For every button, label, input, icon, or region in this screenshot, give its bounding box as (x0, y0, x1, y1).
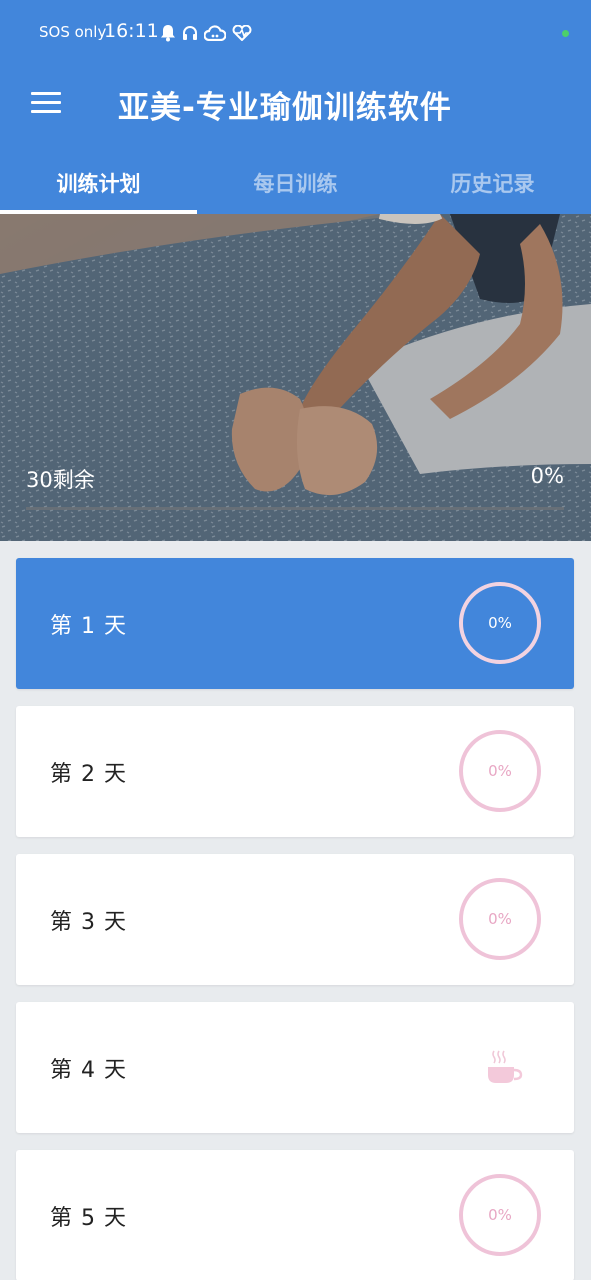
hero-banner: 30剩余 0% (0, 214, 591, 541)
heart-rate-icon (232, 25, 252, 41)
app-bar: SOS only 16:11 亚美-专业瑜伽训练软件 训练计划 每日训练 历史记… (0, 0, 591, 214)
progress-ring: 0% (459, 730, 541, 812)
day-card-1[interactable]: 第 1 天 0% (16, 558, 574, 689)
privacy-indicator-dot (562, 30, 569, 37)
overall-progress-label: 0% (530, 464, 564, 488)
day-card-4[interactable]: 第 4 天 (16, 1002, 574, 1133)
tab-training-plan[interactable]: 训练计划 (0, 150, 197, 214)
days-remaining-label: 30剩余 (26, 468, 95, 492)
bell-icon (161, 25, 175, 42)
headphones-icon (183, 26, 197, 40)
day-label: 第 5 天 (50, 1206, 127, 1231)
menu-icon[interactable] (28, 90, 64, 116)
overall-progress-bar (26, 507, 564, 510)
clock: 16:11 (104, 20, 159, 42)
status-bar: SOS only 16:11 (0, 0, 591, 66)
progress-percent: 0% (488, 910, 512, 928)
day-card-5[interactable]: 第 5 天 0% (16, 1150, 574, 1280)
day-label: 第 2 天 (50, 762, 127, 787)
tab-bar: 训练计划 每日训练 历史记录 (0, 150, 591, 214)
day-list: 第 1 天 0% 第 2 天 0% 第 3 天 0% 第 4 天 第 5 天 0… (16, 558, 574, 1280)
progress-ring: 0% (459, 1174, 541, 1256)
day-label: 第 3 天 (50, 910, 127, 935)
app-title: 亚美-专业瑜伽训练软件 (118, 90, 452, 126)
coffee-cup-icon (488, 1050, 523, 1083)
day-label: 第 4 天 (50, 1058, 127, 1083)
tab-history[interactable]: 历史记录 (394, 150, 591, 214)
day-card-3[interactable]: 第 3 天 0% (16, 854, 574, 985)
progress-ring: 0% (459, 582, 541, 664)
tab-daily-training[interactable]: 每日训练 (197, 150, 394, 214)
carrier-status: SOS only (39, 23, 107, 41)
progress-percent: 0% (488, 614, 512, 632)
cloud-icon (204, 25, 226, 41)
progress-percent: 0% (488, 762, 512, 780)
day-label: 第 1 天 (50, 614, 127, 639)
progress-ring: 0% (459, 878, 541, 960)
progress-percent: 0% (488, 1206, 512, 1224)
day-card-2[interactable]: 第 2 天 0% (16, 706, 574, 837)
